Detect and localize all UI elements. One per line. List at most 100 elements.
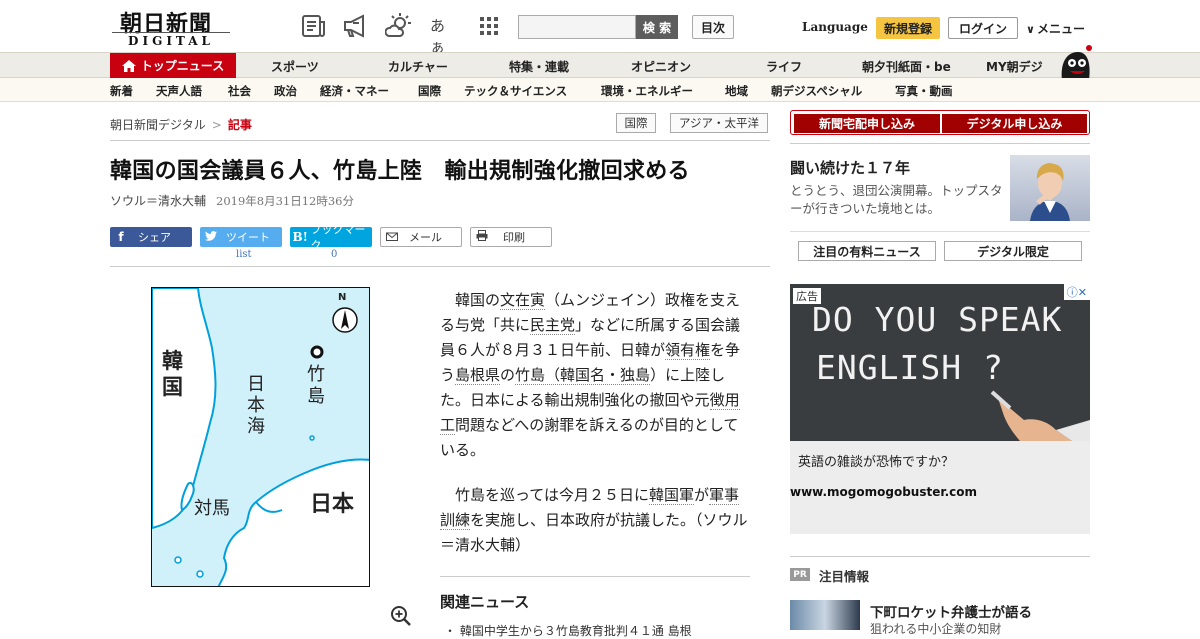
breadcrumb-separator: > — [211, 118, 222, 132]
logo-sub: DIGITAL — [112, 32, 230, 48]
ad-hand-image — [990, 390, 1090, 441]
nav-life[interactable]: ライフ — [766, 58, 802, 75]
advertisement[interactable]: DO YOU SPEAK ENGLISH ? 広告 ⓘ✕ 英語の雑談が恐怖ですか… — [790, 284, 1090, 534]
subscribe-paper-button[interactable]: 新聞宅配申し込み — [794, 114, 940, 133]
chevron-down-icon: ∨ — [1026, 23, 1035, 36]
subscribe-digital-button[interactable]: デジタル申し込み — [942, 114, 1087, 133]
nav-society[interactable]: 社会 — [228, 83, 251, 99]
feature-description[interactable]: とうとう、退団公演開幕。トップスターが行きついた境地とは。 — [790, 182, 1005, 218]
mail-icon — [381, 230, 403, 244]
mascot-icon[interactable] — [1058, 44, 1092, 80]
article-paragraph-2: 竹島を巡っては今月２５日に韓国軍が軍事訓練を実施し、日本政府が抗議した。（ソウル… — [440, 483, 752, 558]
nav-special[interactable]: 朝デジスペシャル — [771, 83, 862, 99]
pr-photo[interactable] — [790, 600, 860, 630]
body-text: を実施し、日本政府が抗議した。（ソウル＝清水大輔） — [440, 511, 748, 554]
font-size-icon[interactable]: あぁ — [430, 13, 458, 56]
primary-nav: トップニュース スポーツ カルチャー 特集・連載 オピニオン ライフ 朝夕刊紙面… — [0, 52, 1200, 78]
search-input[interactable] — [518, 15, 636, 39]
keyword-link[interactable]: 領有権 — [665, 341, 711, 360]
login-button[interactable]: ログイン — [948, 17, 1018, 39]
divider — [790, 143, 1090, 144]
nav-environment[interactable]: 環境・エネルギー — [601, 83, 693, 99]
newspaper-icon[interactable] — [300, 13, 328, 39]
nav-international[interactable]: 国際 — [418, 83, 441, 99]
byline: ソウル＝清水大輔 2019年8月31日12時36分 — [110, 192, 354, 209]
nav-tech-science[interactable]: テック＆サイエンス — [464, 83, 567, 99]
keyword-link[interactable]: 民主党 — [530, 316, 576, 335]
nav-my-asadigi[interactable]: MY朝デジ — [986, 58, 1043, 75]
keyword-link[interactable]: 韓国軍 — [648, 486, 694, 505]
ad-url[interactable]: www.mogomogobuster.com — [790, 485, 977, 499]
pr-subheadline[interactable]: 狙われる中小企業の知財 — [870, 620, 1001, 637]
tag-international[interactable]: 国際 — [616, 113, 656, 133]
related-news-item[interactable]: ・ 韓国中学生から３竹島教育批判４１通 島根 — [444, 622, 744, 639]
nav-economy[interactable]: 経済・マネー — [320, 83, 389, 99]
tag-asia-pacific[interactable]: アジア・太平洋 — [670, 113, 768, 133]
nav-features[interactable]: 特集・連載 — [509, 58, 569, 75]
nav-opinion[interactable]: オピニオン — [631, 58, 691, 75]
printer-icon — [471, 230, 493, 244]
body-text: 問題などへの謝罪を訴えるのが目的としている。 — [440, 416, 739, 459]
article-author: ソウル＝清水大輔 — [110, 194, 207, 208]
secondary-nav: 新着 天声人語 社会 政治 経済・マネー 国際 テック＆サイエンス 環境・エネル… — [0, 78, 1200, 102]
megaphone-icon[interactable] — [342, 13, 370, 39]
nav-photo-video[interactable]: 写真・動画 — [895, 83, 953, 99]
twitter-share-button[interactable]: ツイート — [200, 227, 282, 247]
ad-close-icon[interactable]: ⓘ✕ — [1063, 284, 1090, 300]
divider — [790, 231, 1090, 232]
language-link[interactable]: Language — [802, 20, 868, 34]
nav-newspaper[interactable]: 朝夕刊紙面・be — [862, 58, 951, 75]
divider — [110, 140, 770, 141]
facebook-share-label: シェア — [138, 231, 171, 244]
feature-title[interactable]: 闘い続けた１７年 — [790, 157, 910, 178]
map-label-takeshima: 竹島 — [307, 364, 325, 407]
breadcrumb-current: 記事 — [227, 118, 252, 132]
nav-top-news[interactable]: トップニュース — [110, 53, 236, 78]
paid-news-button[interactable]: 注目の有料ニュース — [798, 241, 936, 261]
divider — [110, 266, 770, 267]
pr-headline[interactable]: 下町ロケット弁護士が語る — [870, 601, 1032, 621]
map-north-label: N — [338, 292, 347, 303]
nav-tenseijingo[interactable]: 天声人語 — [156, 83, 202, 99]
related-news-title: 関連ニュース — [440, 593, 530, 611]
print-button[interactable]: 印刷 — [470, 227, 552, 247]
ad-image[interactable]: DO YOU SPEAK ENGLISH ? 広告 ⓘ✕ — [790, 284, 1090, 441]
nav-latest[interactable]: 新着 — [110, 83, 133, 99]
map-label-korea: 韓国 — [162, 349, 183, 399]
article-map[interactable]: N 韓国 日本海 竹島 対馬 日本 — [151, 287, 370, 587]
twitter-share-label: ツイート — [226, 231, 270, 244]
site-logo[interactable]: 朝日新聞 DIGITAL — [112, 6, 230, 48]
grid-menu-icon[interactable] — [478, 13, 506, 39]
twitter-icon — [200, 230, 222, 244]
nav-sports[interactable]: スポーツ — [271, 58, 319, 75]
hatena-icon: B! — [292, 230, 308, 244]
keyword-link[interactable]: 島根県 — [455, 366, 501, 385]
article-date: 2019年8月31日12時36分 — [216, 194, 354, 208]
map-label-tsushima: 対馬 — [194, 498, 230, 519]
breadcrumb-home[interactable]: 朝日新聞デジタル — [110, 118, 206, 132]
twitter-count[interactable]: list — [236, 249, 252, 260]
keyword-link[interactable]: 竹島（韓国名・独島 — [515, 366, 651, 385]
signup-button[interactable]: 新規登録 — [876, 17, 940, 39]
print-label: 印刷 — [503, 231, 525, 244]
article-paragraph-1: 韓国の文在寅（ムンジェイン）政権を支える与党「共に民主党」などに所属する国会議員… — [440, 288, 752, 463]
hatena-bookmark-button[interactable]: B! ブックマーク — [290, 223, 372, 252]
ad-text[interactable]: 英語の雑談が恐怖ですか？ — [798, 451, 954, 470]
mail-button[interactable]: メール — [380, 227, 462, 247]
body-text: 韓国の — [455, 291, 501, 309]
toc-button[interactable]: 目次 — [692, 15, 734, 39]
facebook-share-button[interactable]: f シェア — [110, 227, 192, 247]
weather-icon[interactable] — [384, 13, 413, 39]
site-header: 朝日新聞 DIGITAL あぁ 検 索 目次 Language 新規登録 ログイ… — [0, 0, 1200, 56]
feature-photo[interactable] — [1010, 155, 1090, 221]
search-button[interactable]: 検 索 — [636, 15, 678, 39]
nav-region[interactable]: 地域 — [725, 83, 748, 99]
nav-culture[interactable]: カルチャー — [388, 58, 448, 75]
keyword-link[interactable]: 文在寅 — [500, 291, 546, 310]
menu-button[interactable]: ∨ メニュー — [1026, 20, 1085, 37]
ad-label: 広告 — [793, 288, 821, 304]
zoom-in-icon[interactable] — [390, 605, 412, 627]
hatena-count[interactable]: 0 — [331, 249, 337, 260]
digital-only-button[interactable]: デジタル限定 — [944, 241, 1082, 261]
nav-politics[interactable]: 政治 — [274, 83, 297, 99]
